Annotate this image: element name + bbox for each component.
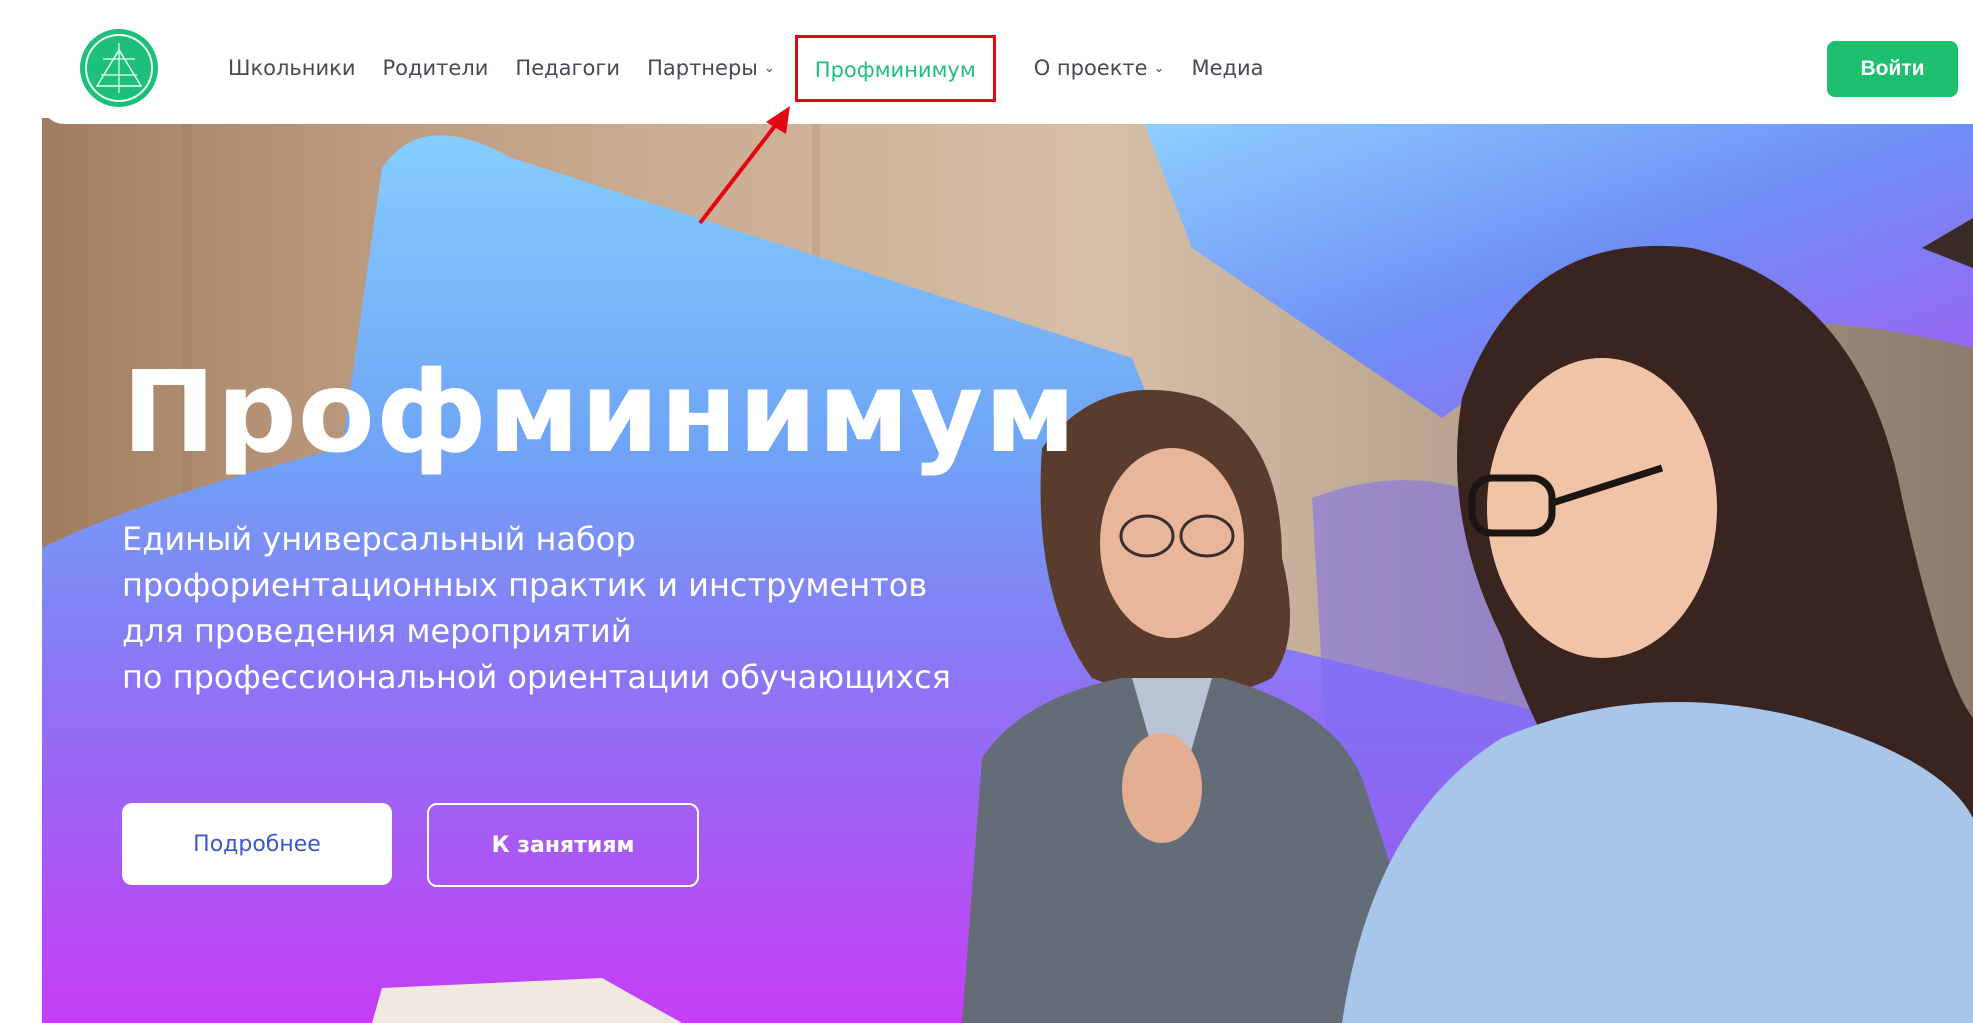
page-frame: Школьники Родители Педагоги Партнеры ⌄ П… bbox=[42, 18, 1973, 1023]
nav-item-parents[interactable]: Родители bbox=[383, 56, 489, 80]
hero-subtitle-line: профориентационных практик и инструменто… bbox=[122, 566, 928, 604]
chevron-down-icon: ⌄ bbox=[1153, 60, 1165, 76]
site-header: Школьники Родители Педагоги Партнеры ⌄ П… bbox=[42, 18, 1973, 124]
nav-label: Профминимум bbox=[814, 57, 976, 82]
hero-banner: Профминимум Единый универсальный набор п… bbox=[42, 118, 1973, 1023]
lessons-button[interactable]: К занятиям bbox=[427, 803, 699, 887]
nav-item-media[interactable]: Медиа bbox=[1191, 56, 1263, 80]
nav-label: О проекте bbox=[1033, 56, 1148, 80]
nav-label: Родители bbox=[382, 56, 489, 80]
hero-subtitle-line: для проведения мероприятий bbox=[122, 612, 632, 650]
hero-subtitle-line: Единый универсальный набор bbox=[122, 520, 636, 558]
nav-item-about[interactable]: О проекте ⌄ bbox=[1034, 56, 1165, 80]
nav-item-profminimum[interactable]: Профминимум bbox=[794, 34, 996, 102]
nav-label: Школьники bbox=[228, 56, 356, 80]
nav-label: Педагоги bbox=[515, 56, 621, 80]
chevron-down-icon: ⌄ bbox=[763, 60, 775, 76]
nav-item-teachers[interactable]: Педагоги bbox=[515, 56, 620, 80]
hero-subtitle: Единый универсальный набор профориентаци… bbox=[122, 516, 951, 700]
hero-title: Профминимум bbox=[122, 348, 1077, 478]
more-button[interactable]: Подробнее bbox=[122, 803, 392, 885]
nav-item-schoolchildren[interactable]: Школьники bbox=[228, 56, 356, 80]
login-button[interactable]: Войти bbox=[1827, 41, 1958, 97]
nav-label: Партнеры bbox=[647, 56, 758, 80]
brand-logo-icon[interactable] bbox=[80, 29, 158, 107]
nav-label: Медиа bbox=[1191, 56, 1264, 80]
nav-item-partners[interactable]: Партнеры ⌄ bbox=[647, 56, 775, 80]
main-nav: Школьники Родители Педагоги Партнеры ⌄ П… bbox=[228, 18, 1291, 118]
hero-subtitle-line: по профессиональной ориентации обучающих… bbox=[122, 658, 951, 696]
